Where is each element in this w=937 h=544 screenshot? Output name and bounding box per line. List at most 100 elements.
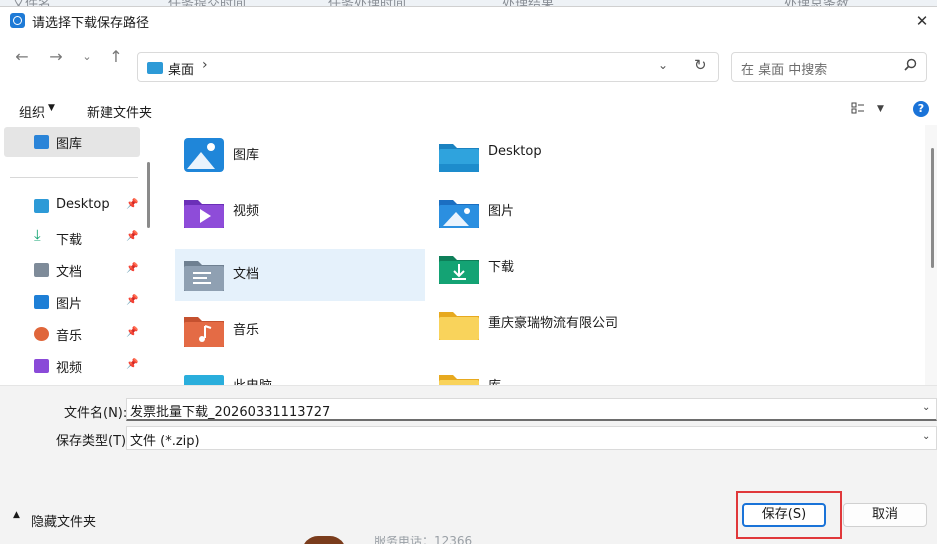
nav-item-gallery[interactable]: 图库 bbox=[4, 127, 140, 157]
nav-divider bbox=[10, 177, 138, 178]
this-pc-icon bbox=[184, 375, 224, 385]
nav-item-downloads[interactable]: ⤓ 下载 📌 bbox=[4, 223, 140, 253]
search-placeholder: 在 桌面 中搜索 bbox=[741, 63, 828, 78]
pin-icon: 📌 bbox=[126, 327, 139, 338]
caret-down-icon[interactable]: ▼ bbox=[877, 104, 884, 114]
pin-icon: 📌 bbox=[126, 199, 139, 210]
item-label: 图库 bbox=[233, 148, 260, 163]
up-button[interactable]: ↑ bbox=[104, 45, 128, 69]
cancel-button[interactable]: 取消 bbox=[843, 503, 927, 527]
downloads-folder-icon bbox=[439, 256, 479, 284]
list-item[interactable]: 库 bbox=[430, 361, 680, 385]
forward-button[interactable]: → bbox=[44, 45, 68, 69]
list-item[interactable]: 视频 bbox=[175, 186, 425, 238]
address-separator[interactable]: › bbox=[202, 57, 208, 73]
item-label: 图片 bbox=[488, 204, 515, 219]
item-label: 库 bbox=[488, 375, 501, 385]
pin-icon: 📌 bbox=[126, 263, 139, 274]
file-name-input[interactable]: 发票批量下载_20260331113727 ⌄ bbox=[126, 398, 937, 421]
close-button[interactable]: ✕ bbox=[910, 10, 934, 32]
recent-locations-button[interactable]: ⌄ bbox=[75, 45, 99, 69]
chevron-down-icon[interactable]: ⌄ bbox=[922, 431, 930, 442]
nav-scrollbar[interactable] bbox=[147, 162, 150, 228]
nav-item-label: 下载 bbox=[56, 233, 83, 248]
arrow-up-icon: ↑ bbox=[109, 47, 123, 66]
pin-icon: 📌 bbox=[126, 295, 139, 306]
item-label: 下载 bbox=[488, 260, 515, 275]
app-icon bbox=[10, 13, 25, 28]
view-options-icon[interactable] bbox=[851, 101, 865, 119]
bg-logo bbox=[302, 536, 346, 544]
title-bar: 请选择下载保存路径 ✕ bbox=[0, 7, 937, 35]
pin-icon: 📌 bbox=[126, 231, 139, 242]
nav-item-documents[interactable]: 文档 📌 bbox=[4, 255, 140, 285]
new-folder-button[interactable]: 新建文件夹 bbox=[87, 102, 152, 121]
nav-item-desktop[interactable]: Desktop 📌 bbox=[4, 191, 140, 221]
folder-icon bbox=[439, 312, 479, 340]
nav-item-label: 文档 bbox=[56, 265, 83, 280]
nav-item-music[interactable]: 音乐 📌 bbox=[4, 319, 140, 349]
pictures-icon bbox=[34, 295, 49, 309]
file-name-value[interactable]: 发票批量下载_20260331113727 bbox=[130, 401, 330, 420]
file-type-value: 文件 (*.zip) bbox=[130, 434, 200, 449]
organize-menu[interactable]: 组织 bbox=[19, 102, 45, 121]
document-icon bbox=[34, 263, 49, 277]
item-label: 视频 bbox=[233, 204, 260, 219]
music-icon bbox=[34, 327, 49, 341]
nav-item-label: 音乐 bbox=[56, 329, 83, 344]
libraries-folder-icon bbox=[439, 375, 479, 385]
chevron-down-icon[interactable]: ⌄ bbox=[658, 58, 668, 72]
file-type-label: 保存类型(T): bbox=[56, 434, 131, 449]
nav-item-label: 视频 bbox=[56, 361, 83, 376]
nav-item-label: 图库 bbox=[56, 137, 83, 152]
dialog-title: 请选择下载保存路径 bbox=[32, 16, 150, 31]
list-item[interactable]: 此电脑 bbox=[175, 361, 425, 385]
desktop-icon bbox=[34, 199, 49, 213]
address-bar[interactable]: 桌面 › ⌄ ↻ bbox=[137, 52, 719, 82]
caret-up-icon[interactable]: ▲ bbox=[13, 510, 20, 520]
caret-down-icon[interactable]: ▼ bbox=[48, 103, 55, 113]
file-list: 图库 视频 文档 音乐 此电脑 Desktop 图片 下载 bbox=[158, 125, 925, 385]
file-type-select[interactable]: 文件 (*.zip) ⌄ bbox=[126, 426, 937, 450]
list-item[interactable]: Desktop bbox=[430, 130, 680, 182]
back-button[interactable]: ← bbox=[10, 45, 34, 69]
list-item[interactable]: 图库 bbox=[175, 130, 425, 182]
nav-item-videos[interactable]: 视频 📌 bbox=[4, 351, 140, 381]
item-label: Desktop bbox=[488, 144, 542, 159]
nav-item-label: 图片 bbox=[56, 297, 83, 312]
list-item[interactable]: 图片 bbox=[430, 186, 680, 238]
help-icon[interactable]: ? bbox=[913, 101, 929, 117]
search-icon bbox=[904, 58, 917, 75]
save-button[interactable]: 保存(S) bbox=[742, 503, 826, 527]
pictures-folder-icon bbox=[439, 200, 479, 228]
desktop-folder-icon bbox=[439, 144, 479, 172]
pin-icon: 📌 bbox=[126, 359, 139, 370]
list-item[interactable]: 音乐 bbox=[175, 305, 425, 357]
list-item[interactable]: 重庆豪瑞物流有限公司 bbox=[430, 298, 680, 350]
video-icon bbox=[34, 359, 49, 373]
item-label: 音乐 bbox=[233, 323, 260, 338]
documents-folder-icon bbox=[184, 261, 224, 291]
video-folder-icon bbox=[184, 200, 224, 228]
desktop-folder-icon bbox=[147, 62, 163, 74]
navigation-pane: 图库 Desktop 📌 ⤓ 下载 📌 文档 📌 图片 📌 音乐 📌 视频 📌 bbox=[0, 125, 158, 385]
chevron-down-icon[interactable]: ⌄ bbox=[922, 402, 930, 413]
arrow-right-icon: → bbox=[49, 47, 63, 66]
item-label: 重庆豪瑞物流有限公司 bbox=[488, 316, 619, 331]
file-list-scrollbar[interactable] bbox=[931, 148, 934, 268]
chevron-down-icon: ⌄ bbox=[82, 50, 92, 63]
music-folder-icon bbox=[184, 317, 224, 347]
dialog-footer: 文件名(N): 发票批量下载_20260331113727 ⌄ 保存类型(T):… bbox=[0, 385, 937, 539]
download-icon: ⤓ bbox=[34, 226, 41, 244]
address-location[interactable]: 桌面 bbox=[168, 59, 194, 78]
search-input[interactable]: 在 桌面 中搜索 bbox=[731, 52, 927, 82]
file-name-label: 文件名(N): bbox=[64, 406, 128, 421]
nav-item-pictures[interactable]: 图片 📌 bbox=[4, 287, 140, 317]
hide-folders-toggle[interactable]: 隐藏文件夹 bbox=[31, 511, 96, 530]
close-icon: ✕ bbox=[915, 12, 929, 30]
list-item[interactable]: 文档 bbox=[175, 249, 425, 301]
refresh-icon[interactable]: ↻ bbox=[694, 56, 707, 74]
item-label: 文档 bbox=[233, 267, 260, 282]
gallery-icon bbox=[34, 135, 49, 149]
list-item[interactable]: 下载 bbox=[430, 242, 680, 294]
